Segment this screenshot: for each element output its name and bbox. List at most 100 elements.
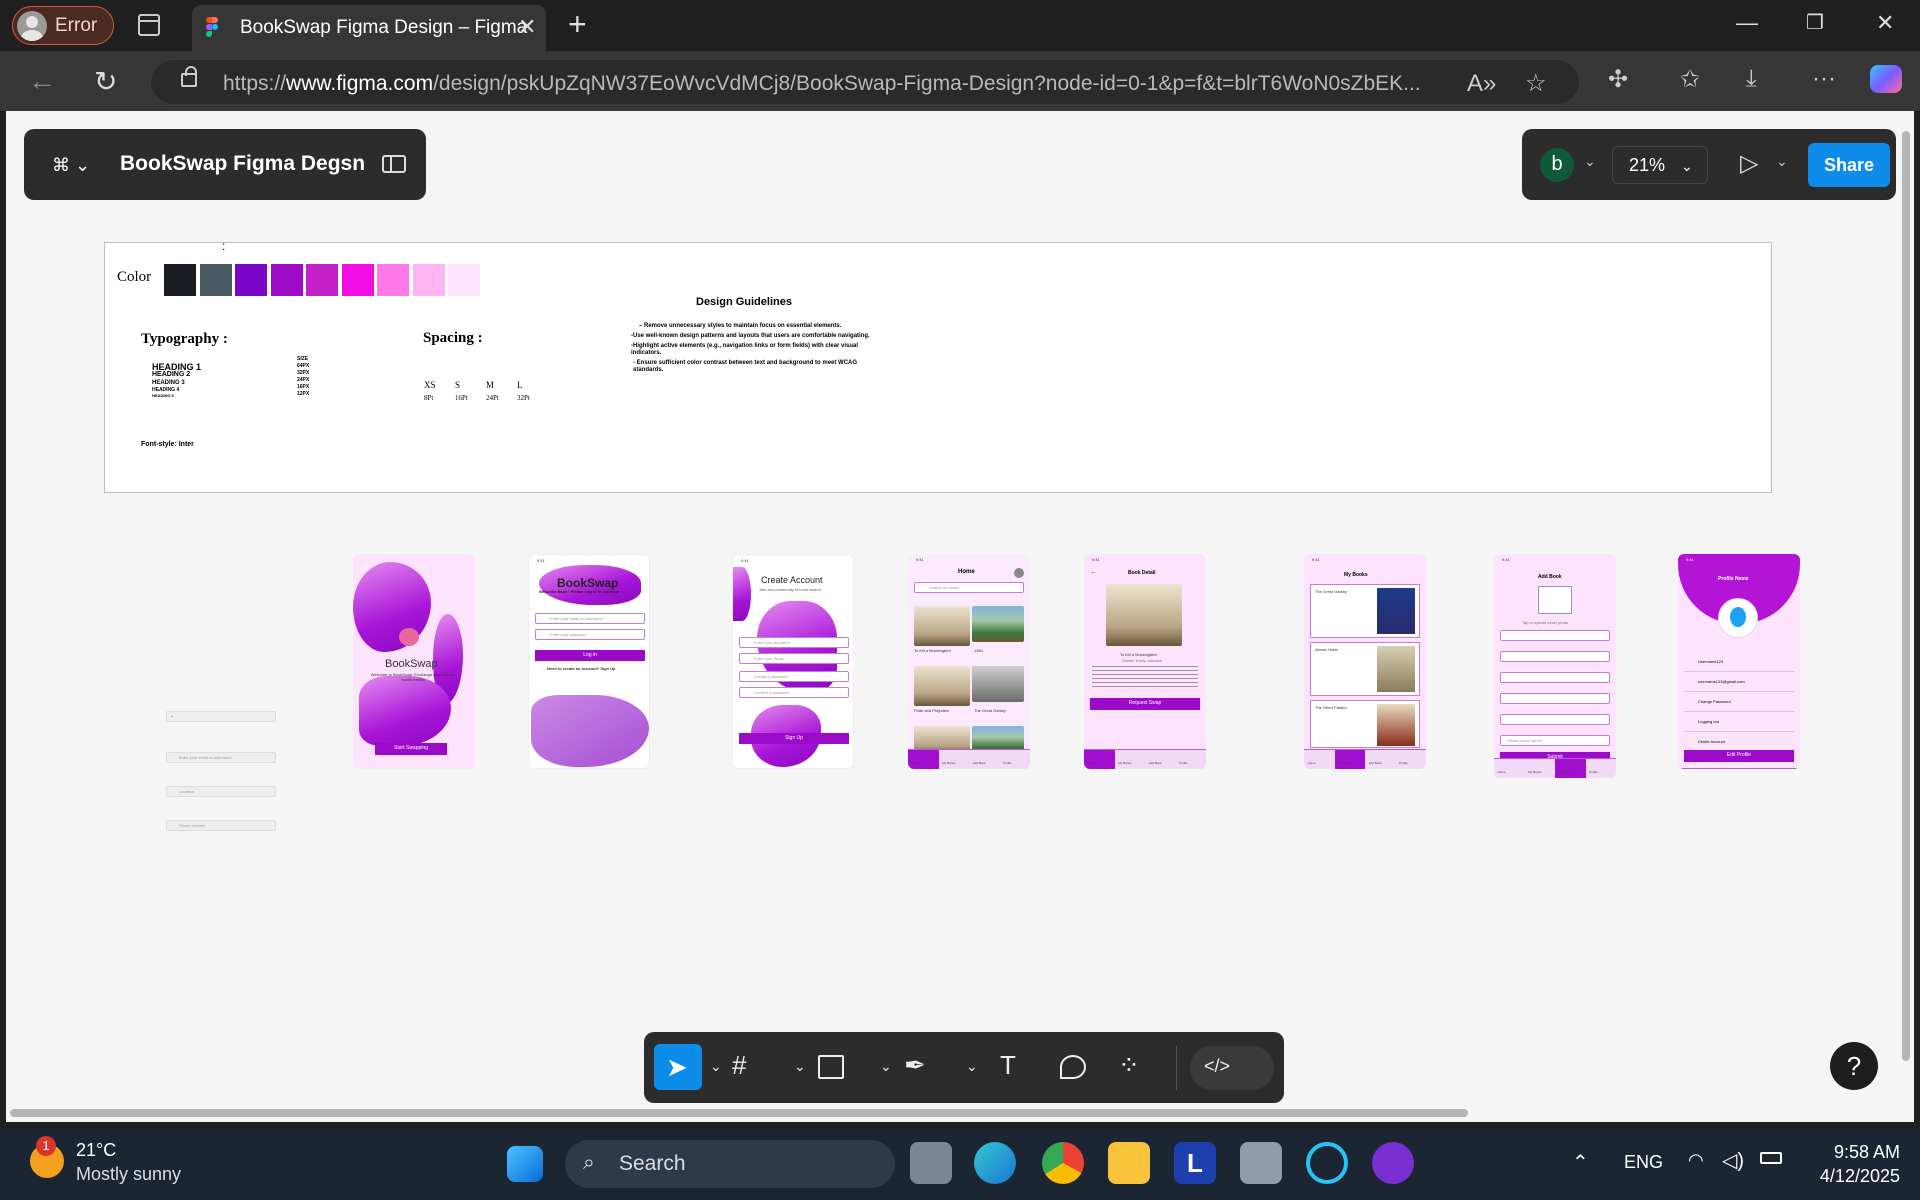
book-card[interactable]: The Silent Patient [1310,700,1420,748]
nav-tab-label[interactable]: Add Book [1369,761,1382,765]
my-books-frame[interactable]: 9:41 My Books The Great Gatsby Atomic Ha… [1304,554,1426,769]
loose-field-email[interactable]: Enter your email or username [166,752,276,763]
profile-button[interactable]: Error [12,6,114,45]
avatar[interactable] [1014,568,1024,578]
file-title[interactable]: BookSwap Figma Degsn [120,152,365,176]
nav-tab-label[interactable]: My Books [942,761,955,765]
splash-screen-frame[interactable]: BookSwap Welcome to BookSwap: Exchange y… [353,554,475,769]
nav-tab-label[interactable]: Home [1088,761,1096,765]
confirm-password-field[interactable]: Confirm a password [739,687,849,698]
author-field[interactable] [1500,651,1610,662]
close-window-icon[interactable]: ✕ [1876,10,1894,36]
book-card[interactable]: Atomic Habit [1310,642,1420,696]
chevron-down-icon[interactable]: ⌄ [1776,153,1788,170]
book-detail-frame[interactable]: 9:41 ← Book Detail To Kill a Mockingbird… [1084,554,1206,769]
move-tool[interactable]: ➤ [654,1044,702,1090]
camera-icon[interactable] [1240,1142,1282,1184]
figma-canvas[interactable]: : Color Typography : HEADING 1 HEADING 2… [6,111,1914,1122]
refresh-icon[interactable]: ↻ [94,65,117,98]
battery-icon[interactable] [1760,1152,1782,1164]
book-cover[interactable] [972,666,1024,702]
zoom-dropdown[interactable]: 21% ⌄ [1612,146,1708,184]
nav-tab-label[interactable]: Profile [1179,761,1188,765]
chevron-up-icon[interactable]: ⌃ [1572,1150,1589,1175]
chevron-down-icon[interactable]: ⌄ [794,1058,806,1075]
loose-field-phone[interactable]: Phone number [166,820,276,831]
l-app-icon[interactable]: L [1174,1142,1216,1184]
start-swapping-button[interactable]: Start Swapping [375,743,447,755]
present-icon[interactable]: ▷ [1740,149,1758,178]
description-field[interactable] [1500,714,1610,725]
full-name-field[interactable]: Enter your full name [739,637,849,648]
comment-tool-icon[interactable] [1060,1055,1086,1079]
book-cover[interactable] [914,666,970,706]
design-system-frame[interactable]: : Color Typography : HEADING 1 HEADING 2… [104,239,1772,493]
chevron-down-icon[interactable]: ⌄ [966,1058,978,1075]
login-button[interactable]: Log in [535,650,645,661]
login-screen-frame[interactable]: 9:41 BookSwap Welcome Back ! Please Log … [528,554,650,769]
downloads-icon[interactable]: ⤓ [1746,65,1757,93]
new-tab-icon[interactable]: + [568,6,587,43]
favorites-icon[interactable]: ✩ [1680,65,1700,94]
taskbar-search[interactable]: ⌕ Search [565,1140,895,1188]
pen-tool-icon[interactable]: ✒ [904,1050,926,1081]
loose-field-location[interactable]: Location [166,786,276,797]
email-field[interactable]: Enter your email or username [535,613,645,624]
email-field[interactable]: Enter your Email [739,653,849,664]
book-card[interactable]: The Great Gatsby [1310,584,1420,638]
password-field[interactable]: Enter your password [535,629,645,640]
signup-link[interactable]: Need to create an account? Sign Up [547,666,615,671]
edge-icon[interactable] [974,1142,1016,1184]
vertical-scrollbar[interactable] [1902,131,1910,1061]
sign-up-button[interactable]: Sign Up [739,733,849,744]
chevron-down-icon[interactable]: ⌄ [1584,153,1596,170]
image-upload-icon[interactable] [1538,586,1572,614]
extensions-icon[interactable]: ✣ [1608,65,1628,94]
text-tool-icon[interactable]: T [1000,1050,1016,1081]
frame-tool-icon[interactable]: # [732,1050,746,1081]
nav-tab-label[interactable]: My Books [1118,761,1131,765]
active-tab[interactable]: BookSwap Figma Design – Figma ✕ [192,5,546,51]
create-account-frame[interactable]: 9:41 Create Account Join our community o… [732,554,854,769]
minimize-icon[interactable]: — [1736,10,1758,36]
nav-tab-label[interactable]: Add Book [1149,761,1162,765]
horizontal-scrollbar[interactable] [10,1109,1468,1117]
copilot-icon[interactable] [1870,65,1902,93]
circle-app-icon[interactable] [1306,1142,1348,1184]
actions-tool-icon[interactable]: ⁘ [1118,1050,1140,1081]
read-aloud-icon[interactable]: A» [1467,70,1496,98]
search-input[interactable]: Search for books [914,582,1024,593]
back-arrow-icon[interactable]: ← [1090,569,1097,576]
nav-tab-label[interactable]: Home [1498,770,1506,774]
nav-tab-label[interactable]: Profile [1589,770,1598,774]
nav-tab-label[interactable]: Home [912,761,920,765]
rectangle-tool-icon[interactable] [818,1055,844,1079]
chevron-down-icon[interactable]: ⌄ [710,1058,722,1075]
genre-select[interactable]: Please select genre [1500,735,1610,746]
back-icon[interactable]: ← [28,65,56,97]
nav-tab-label[interactable]: Profile [1399,761,1408,765]
close-tab-icon[interactable]: ✕ [518,14,536,40]
wifi-icon[interactable]: ◠ [1688,1150,1704,1171]
profile-frame[interactable]: 9:41 Profile Name Username123 username12… [1678,554,1800,769]
home-screen-frame[interactable]: 9:41 Home Search for books To Kill a Moc… [908,554,1030,769]
system-clock[interactable]: 9:58 AM 4/12/2025 [1820,1140,1900,1188]
windows-start-icon[interactable] [507,1146,543,1182]
file-explorer-icon[interactable] [1108,1142,1150,1184]
chrome-icon[interactable] [1042,1142,1084,1184]
profile-avatar[interactable] [1718,598,1758,638]
nav-tab-label[interactable]: Add Book [1559,770,1572,774]
nav-tab-label[interactable]: Add Book [973,761,986,765]
nav-tab-label[interactable]: My Books [1528,770,1541,774]
more-icon[interactable]: ··· [1812,65,1836,93]
address-bar[interactable]: https://www.figma.com/design/pskUpZqNW37… [150,59,1580,105]
tab-actions-icon[interactable] [138,14,160,36]
nav-tab-label[interactable]: My Books [1338,761,1351,765]
edit-profile-button[interactable]: Edit Profile [1684,750,1794,762]
chevron-down-icon[interactable]: ⌄ [880,1058,892,1075]
share-button[interactable]: Share [1808,143,1890,187]
dev-mode-toggle[interactable]: </> [1190,1046,1274,1090]
add-book-frame[interactable]: 9:41 Add Book Tap to upload cover photo … [1494,554,1616,778]
language-field[interactable] [1500,672,1610,683]
sidebar-toggle-icon[interactable] [382,155,406,173]
